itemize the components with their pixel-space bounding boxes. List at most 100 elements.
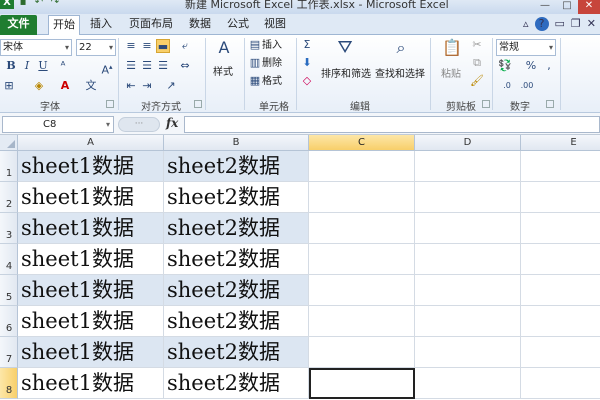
fill-icon[interactable]: ⬇ (300, 56, 314, 70)
tab-insert[interactable]: 插入 (85, 15, 117, 35)
align-middle-icon[interactable]: ≡ (140, 39, 154, 53)
border-icon[interactable]: ⊞ (2, 79, 16, 93)
undo-icon[interactable]: ↶ (32, 0, 46, 9)
insert-cells-button[interactable]: 插入 (262, 38, 292, 54)
cell-e1[interactable] (521, 151, 600, 182)
cell-c6[interactable] (309, 306, 415, 337)
column-header-e[interactable]: E (521, 135, 600, 151)
styles-button[interactable]: 样式 (208, 65, 238, 81)
format-painter-icon[interactable]: 🖌 (470, 74, 484, 88)
tab-formulas[interactable]: 公式 (222, 15, 254, 35)
font-size-dropdown[interactable]: 22 ▾ (76, 39, 116, 56)
tab-home[interactable]: 开始 (48, 15, 80, 35)
align-left-icon[interactable]: ☰ (124, 59, 138, 73)
clear-icon[interactable]: ◇ (300, 74, 314, 88)
align-top-icon[interactable]: ≡ (124, 39, 138, 53)
save-icon[interactable]: ▪ (16, 0, 30, 9)
column-header-a[interactable]: A (18, 135, 164, 151)
cell-b6[interactable]: sheet2数据 (164, 306, 309, 337)
increase-decimal-icon[interactable]: .0 (500, 79, 514, 93)
cell-c5[interactable] (309, 275, 415, 306)
row-header[interactable]: 5 (0, 275, 18, 306)
cell-e7[interactable] (521, 337, 600, 368)
cell-c2[interactable] (309, 182, 415, 213)
font-color-icon[interactable]: A (58, 79, 72, 93)
ribbon-minimize-icon[interactable]: ▭ (555, 17, 565, 31)
column-header-b[interactable]: B (164, 135, 309, 151)
cell-a8[interactable]: sheet1数据 (18, 368, 164, 399)
row-header[interactable]: 4 (0, 244, 18, 275)
currency-icon[interactable]: 💱 (498, 59, 512, 73)
cell-d7[interactable] (415, 337, 521, 368)
autosum-icon[interactable]: Σ (300, 38, 314, 52)
cell-d3[interactable] (415, 213, 521, 244)
cell-e2[interactable] (521, 182, 600, 213)
font-name-dropdown[interactable]: 宋体 ▾ (0, 39, 72, 56)
cut-icon[interactable]: ✂ (470, 38, 484, 52)
name-box[interactable]: C8 ▾ (2, 116, 114, 133)
help-icon[interactable]: ? (534, 17, 549, 31)
row-header[interactable]: 2 (0, 182, 18, 213)
cell-d5[interactable] (415, 275, 521, 306)
tab-view[interactable]: 视图 (259, 15, 291, 35)
column-header-c[interactable]: C (309, 135, 415, 151)
insert-function-button[interactable]: fx (166, 116, 178, 130)
row-header[interactable]: 7 (0, 337, 18, 368)
cell-c8[interactable] (309, 368, 415, 399)
cell-c3[interactable] (309, 213, 415, 244)
cell-b1[interactable]: sheet2数据 (164, 151, 309, 182)
cell-e5[interactable] (521, 275, 600, 306)
row-header[interactable]: 3 (0, 213, 18, 244)
align-center-icon[interactable]: ☰ (140, 59, 154, 73)
phonetic-icon[interactable]: 文 (84, 79, 98, 93)
sort-filter-button[interactable]: 排序和筛选 (318, 67, 374, 83)
cell-a2[interactable]: sheet1数据 (18, 182, 164, 213)
cell-c7[interactable] (309, 337, 415, 368)
cell-d2[interactable] (415, 182, 521, 213)
find-select-icon[interactable]: ⌕ (390, 40, 412, 63)
insert-cells-icon[interactable]: ▤ (248, 38, 262, 52)
delete-cells-icon[interactable]: ▥ (248, 56, 262, 70)
cell-e8[interactable] (521, 368, 600, 399)
fill-color-icon[interactable]: ◈ (32, 79, 46, 93)
excel-logo-icon[interactable]: X (0, 0, 14, 9)
cell-a5[interactable]: sheet1数据 (18, 275, 164, 306)
paste-icon[interactable]: 📋 (442, 40, 462, 61)
cell-d6[interactable] (415, 306, 521, 337)
cell-a6[interactable]: sheet1数据 (18, 306, 164, 337)
cell-b8[interactable]: sheet2数据 (164, 368, 309, 399)
bold-button[interactable]: B (4, 59, 18, 73)
tab-page-layout[interactable]: 页面布局 (124, 15, 178, 35)
paste-button[interactable]: 粘贴 (436, 67, 466, 83)
cell-e3[interactable] (521, 213, 600, 244)
cell-b4[interactable]: sheet2数据 (164, 244, 309, 275)
cell-a7[interactable]: sheet1数据 (18, 337, 164, 368)
delete-cells-button[interactable]: 删除 (262, 56, 292, 72)
italic-button[interactable]: I (20, 59, 34, 73)
increase-indent-icon[interactable]: ⇥ (140, 79, 154, 93)
redo-icon[interactable]: ↷ (48, 0, 62, 9)
tab-data[interactable]: 数据 (184, 15, 216, 35)
cell-a4[interactable]: sheet1数据 (18, 244, 164, 275)
cell-c1[interactable] (309, 151, 415, 182)
align-bottom-icon[interactable]: ▬ (156, 39, 170, 53)
close-button[interactable]: ✕ (578, 0, 600, 14)
formula-bar-grip-icon[interactable]: ··· (118, 117, 160, 132)
number-format-dropdown[interactable]: 常规 ▾ (496, 39, 556, 56)
wrap-text-icon[interactable]: ⤶ (178, 39, 192, 53)
formula-input[interactable] (184, 116, 600, 133)
cell-c4[interactable] (309, 244, 415, 275)
row-header[interactable]: 1 (0, 151, 18, 182)
find-select-button[interactable]: 查找和选择 (372, 67, 428, 83)
merge-center-icon[interactable]: ⇔ (178, 59, 192, 73)
column-header-d[interactable]: D (415, 135, 521, 151)
alignment-dialog-launcher-icon[interactable] (194, 100, 202, 108)
decrease-indent-icon[interactable]: ⇤ (124, 79, 138, 93)
align-right-icon[interactable]: ☰ (156, 59, 170, 73)
cell-a3[interactable]: sheet1数据 (18, 213, 164, 244)
cell-d1[interactable] (415, 151, 521, 182)
cell-d4[interactable] (415, 244, 521, 275)
collapse-ribbon-icon[interactable]: ▵ (523, 17, 529, 31)
strikethrough-icon[interactable]: ᴬ (56, 59, 70, 73)
cell-a1[interactable]: sheet1数据 (18, 151, 164, 182)
